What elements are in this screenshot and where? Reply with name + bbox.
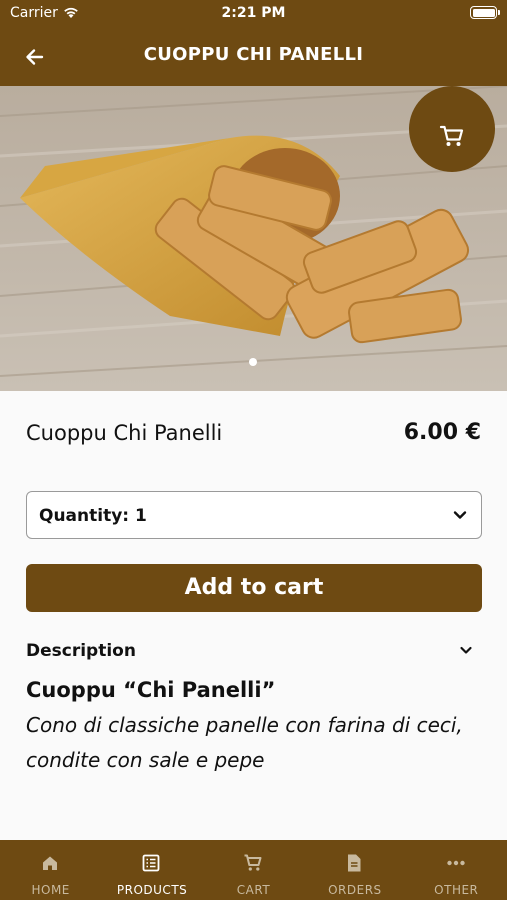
battery-icon xyxy=(470,6,500,19)
add-to-cart-button[interactable]: Add to cart xyxy=(26,564,482,612)
description-label: Description xyxy=(26,641,136,661)
chevron-down-icon xyxy=(453,511,467,519)
quantity-select[interactable]: Quantity: 1 xyxy=(26,491,482,539)
quantity-label: Quantity: 1 xyxy=(39,506,147,526)
chevron-down-icon xyxy=(460,646,472,654)
tab-cart[interactable]: CART xyxy=(203,840,304,900)
tab-orders[interactable]: ORDERS xyxy=(304,840,405,900)
tab-label: ORDERS xyxy=(328,883,382,897)
cart-icon xyxy=(439,125,464,146)
description-text: Cono di classiche panelle con farina di … xyxy=(26,713,463,772)
tab-products[interactable]: PRODUCTS xyxy=(101,840,202,900)
description-title: Cuoppu “Chi Panelli” xyxy=(26,678,276,702)
more-icon xyxy=(446,860,465,866)
page-title: CUOPPU CHI PANELLI xyxy=(143,44,364,65)
tab-label: CART xyxy=(236,883,271,897)
carousel-indicator-dot[interactable] xyxy=(249,358,257,366)
list-icon xyxy=(142,854,160,872)
product-details: Cuoppu Chi Panelli 6.00 € Quantity: 1 Ad… xyxy=(0,391,507,840)
tab-home[interactable]: HOME xyxy=(0,840,101,900)
status-bar: Carrier 2:21 PM xyxy=(0,0,507,28)
cart-icon xyxy=(244,854,262,871)
home-icon xyxy=(43,856,57,870)
bottom-tab-bar: HOME PRODUCTS CART ORDERS OTHER xyxy=(0,840,507,900)
cart-shortcut-button[interactable] xyxy=(409,86,495,172)
clock: 2:21 PM xyxy=(221,5,286,21)
tab-label: OTHER xyxy=(434,883,479,897)
tab-label: HOME xyxy=(31,883,70,897)
document-icon xyxy=(348,854,361,872)
product-name: Cuoppu Chi Panelli xyxy=(26,421,223,445)
product-price: 6.00 € xyxy=(403,420,481,445)
description-toggle[interactable]: Description xyxy=(26,639,482,665)
tab-other[interactable]: OTHER xyxy=(406,840,507,900)
app-header: Carrier 2:21 PM CUOPPU CHI PANELLI xyxy=(0,0,507,86)
tab-label: PRODUCTS xyxy=(116,883,188,897)
nav-bar: CUOPPU CHI PANELLI xyxy=(0,28,507,86)
